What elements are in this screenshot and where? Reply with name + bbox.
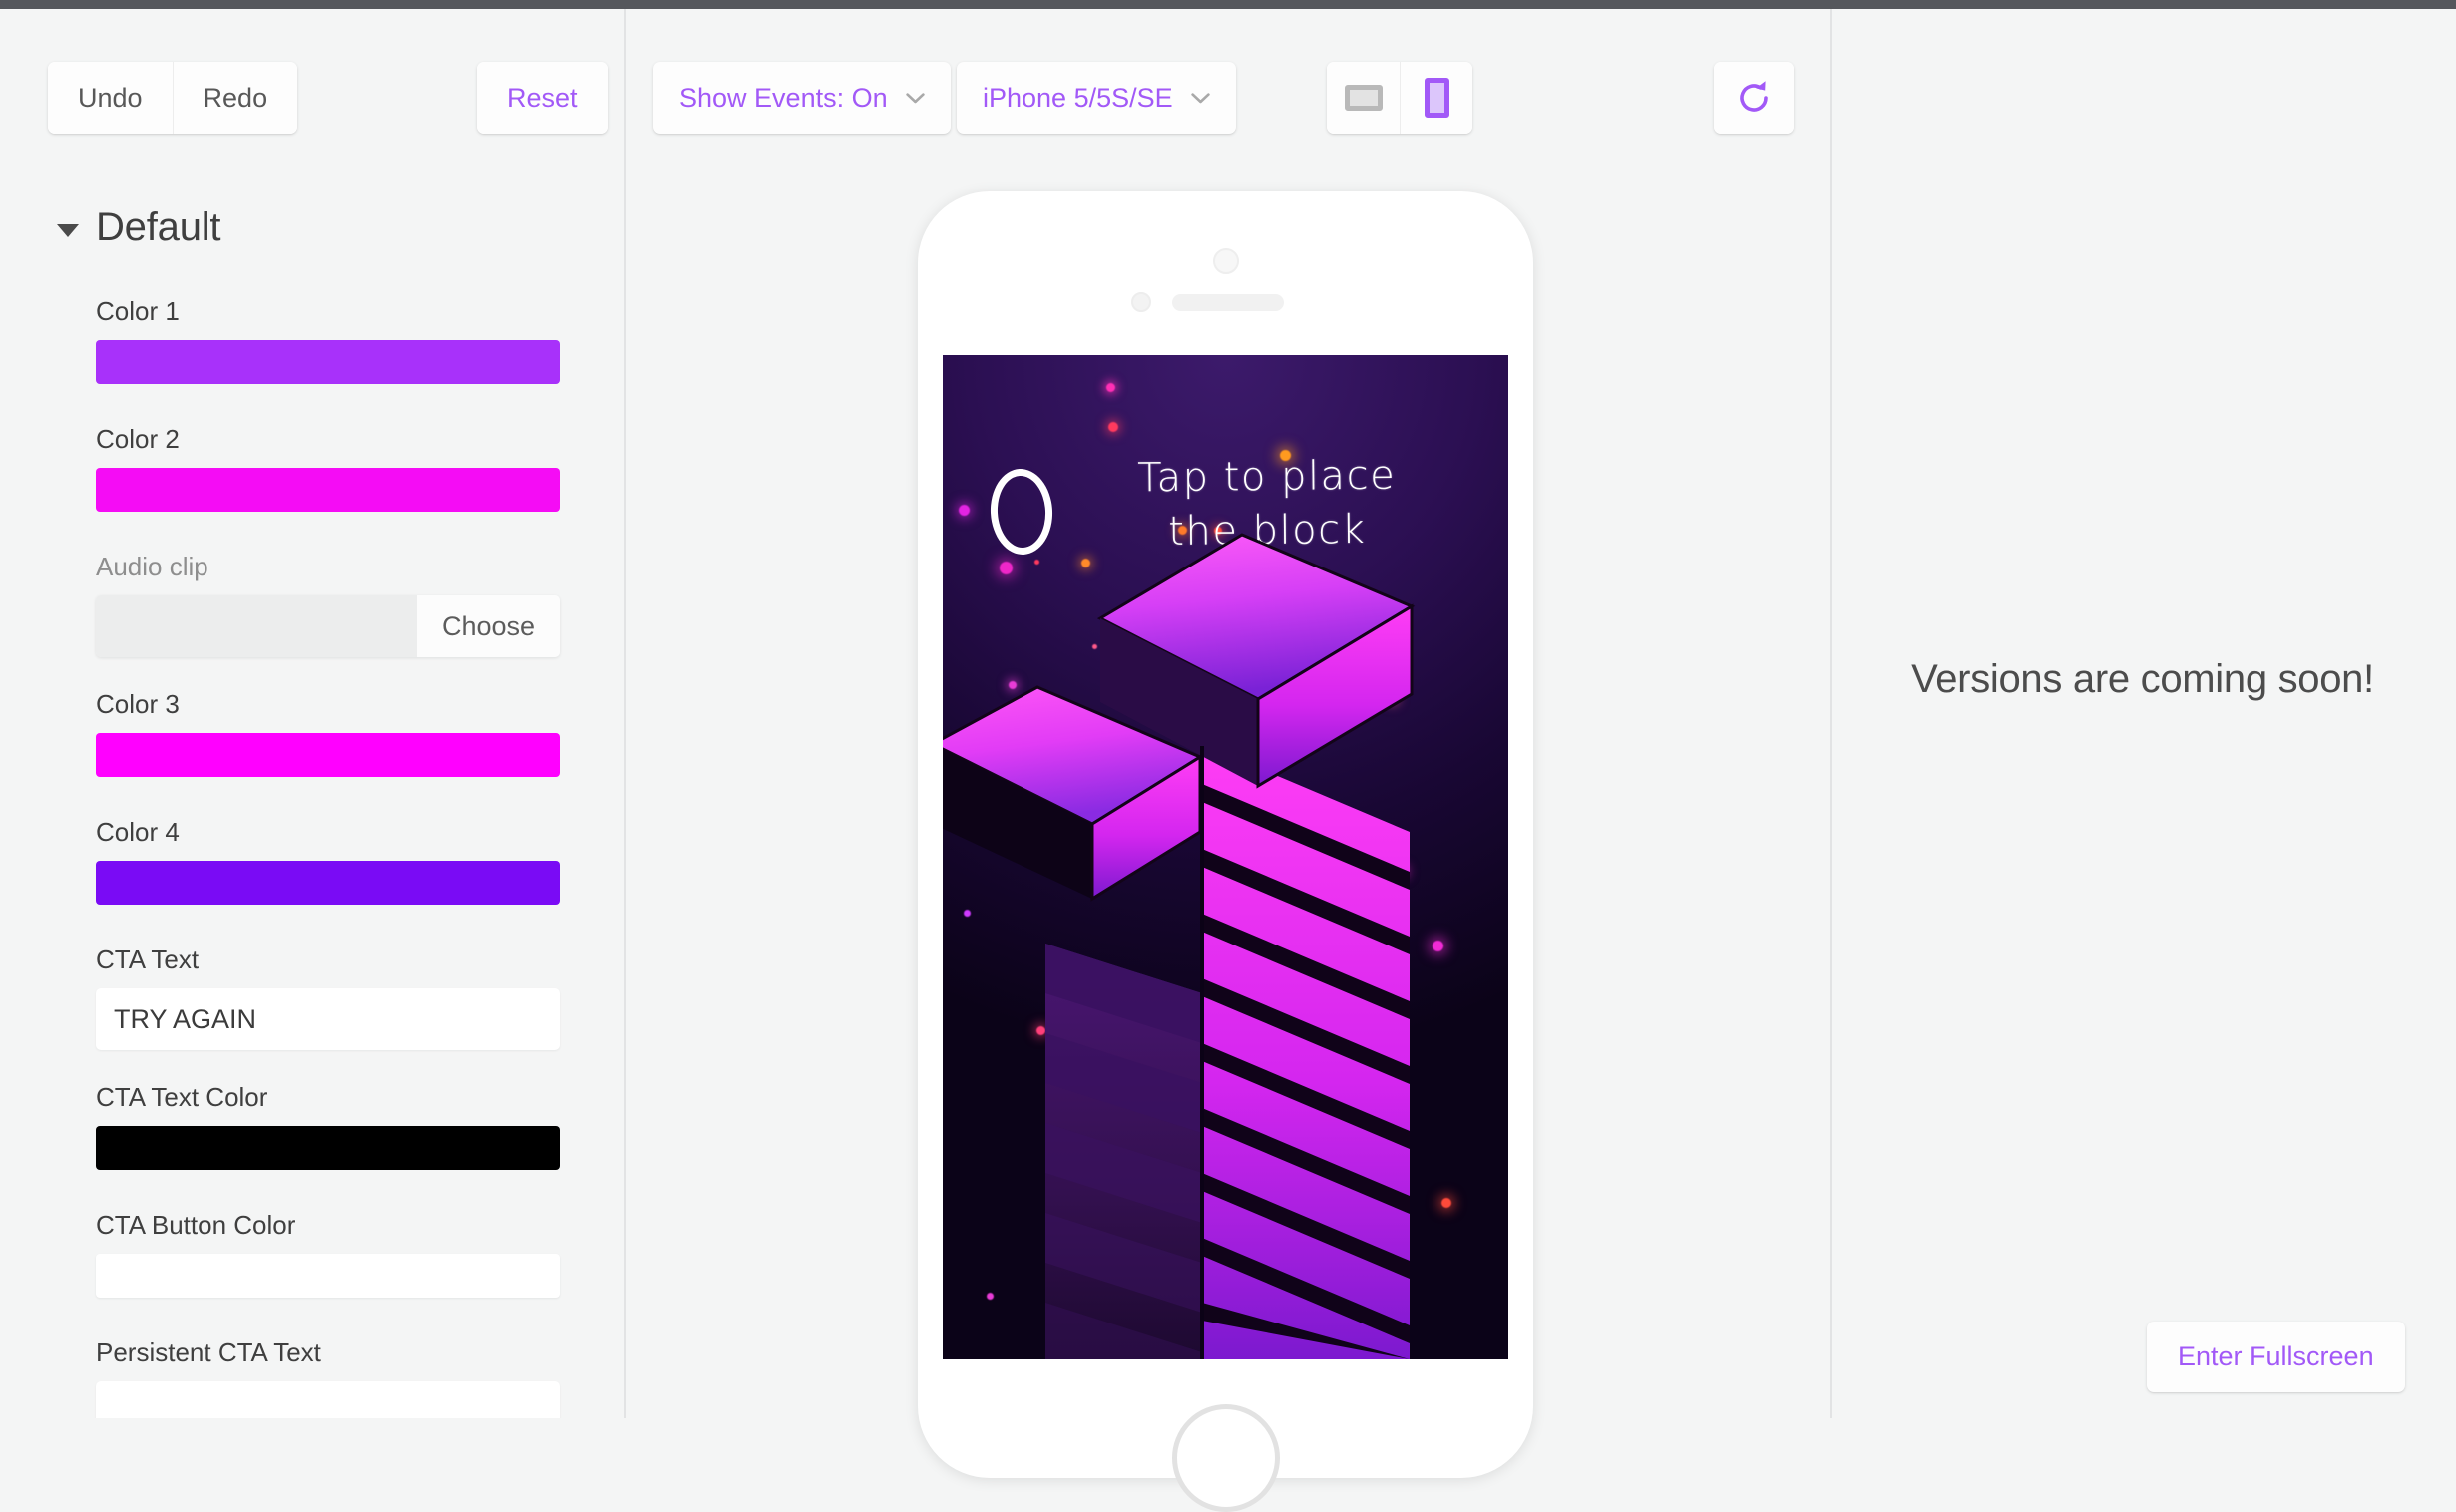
preview-stage: 0 Tap to place the block bbox=[624, 134, 1830, 1512]
field-cta-text-color: CTA Text Color bbox=[0, 1082, 624, 1170]
field-label: Color 4 bbox=[96, 817, 180, 847]
color-swatch-2[interactable] bbox=[96, 468, 560, 512]
undo-button[interactable]: Undo bbox=[48, 62, 173, 134]
show-events-dropdown[interactable]: Show Events: On bbox=[653, 62, 951, 134]
field-label: Color 3 bbox=[96, 689, 180, 719]
reset-group: Reset bbox=[477, 62, 608, 134]
field-color-3: Color 3 bbox=[0, 689, 624, 777]
refresh-icon bbox=[1740, 81, 1768, 112]
field-color-2: Color 2 bbox=[0, 424, 624, 512]
phone-camera-icon bbox=[1212, 248, 1239, 274]
cta-text-color-swatch[interactable] bbox=[96, 1126, 560, 1170]
refresh-button[interactable] bbox=[1714, 62, 1794, 134]
field-audio-clip: Audio clip Choose bbox=[0, 552, 624, 657]
landscape-orientation-button[interactable] bbox=[1327, 62, 1400, 134]
enter-fullscreen-button[interactable]: Enter Fullscreen bbox=[2147, 1322, 2405, 1392]
cta-button-color-swatch[interactable] bbox=[96, 1254, 560, 1298]
refresh-group bbox=[1714, 62, 1794, 134]
show-events-value: Show Events: On bbox=[679, 82, 888, 113]
undo-redo-group: Undo Redo bbox=[48, 62, 298, 134]
section-title: Default bbox=[96, 205, 221, 249]
reset-button[interactable]: Reset bbox=[477, 62, 608, 134]
field-label: Persistent CTA Text bbox=[96, 1337, 321, 1367]
fullscreen-button-wrap: Enter Fullscreen bbox=[2147, 1322, 2405, 1392]
game-preview-screen[interactable]: 0 Tap to place the block bbox=[943, 355, 1508, 1359]
versions-message: Versions are coming soon! bbox=[1911, 657, 2374, 701]
field-cta-button-color: CTA Button Color bbox=[0, 1210, 624, 1298]
chevron-down-icon bbox=[1190, 92, 1210, 103]
color-swatch-3[interactable] bbox=[96, 733, 560, 777]
landscape-orientation-icon bbox=[1344, 85, 1383, 111]
color-swatch-4[interactable] bbox=[96, 861, 560, 905]
audio-clip-file-row: Choose bbox=[96, 595, 560, 657]
device-dropdown[interactable]: iPhone 5/5S/SE bbox=[957, 62, 1236, 134]
field-label: CTA Text bbox=[96, 945, 200, 974]
window-chrome-bar bbox=[0, 0, 2456, 9]
section-header-default[interactable]: Default bbox=[0, 134, 624, 250]
phone-speaker-icon bbox=[1172, 294, 1284, 311]
color-swatch-1[interactable] bbox=[96, 340, 560, 384]
phone-mockup: 0 Tap to place the block bbox=[918, 191, 1533, 1512]
portrait-orientation-icon bbox=[1424, 78, 1449, 118]
field-color-1: Color 1 bbox=[0, 296, 624, 384]
field-cta-text: CTA Text bbox=[0, 945, 624, 1050]
properties-sidebar[interactable]: Default Color 1 Color 2 Audio clip Choos… bbox=[0, 134, 624, 1418]
device-value: iPhone 5/5S/SE bbox=[983, 82, 1173, 113]
app-root: Undo Redo Reset Show Events: On iPhone 5… bbox=[0, 9, 2456, 1512]
orientation-toggle-group bbox=[1327, 62, 1472, 134]
field-persistent-cta-text: Persistent CTA Text bbox=[0, 1337, 624, 1418]
redo-button[interactable]: Redo bbox=[172, 62, 298, 134]
chevron-down-icon bbox=[905, 92, 925, 103]
field-label: Color 1 bbox=[96, 296, 180, 326]
field-label: Audio clip bbox=[96, 552, 208, 581]
field-label: CTA Text Color bbox=[96, 1082, 268, 1112]
audio-clip-path[interactable] bbox=[96, 595, 417, 657]
field-label: Color 2 bbox=[96, 424, 180, 454]
phone-sensor-icon bbox=[1131, 292, 1151, 312]
toolbar: Undo Redo Reset Show Events: On iPhone 5… bbox=[0, 62, 2456, 134]
persistent-cta-text-input[interactable] bbox=[96, 1381, 560, 1418]
phone-home-button-icon bbox=[1171, 1404, 1280, 1512]
field-color-4: Color 4 bbox=[0, 817, 624, 905]
audio-clip-choose-button[interactable]: Choose bbox=[417, 595, 560, 657]
caret-down-icon bbox=[57, 223, 79, 237]
portrait-orientation-button[interactable] bbox=[1400, 62, 1472, 134]
versions-panel: Versions are coming soon! Enter Fullscre… bbox=[1830, 134, 2456, 1418]
field-label: CTA Button Color bbox=[96, 1210, 296, 1240]
cta-text-input[interactable] bbox=[96, 988, 560, 1050]
game-block-tower bbox=[943, 533, 1416, 1359]
